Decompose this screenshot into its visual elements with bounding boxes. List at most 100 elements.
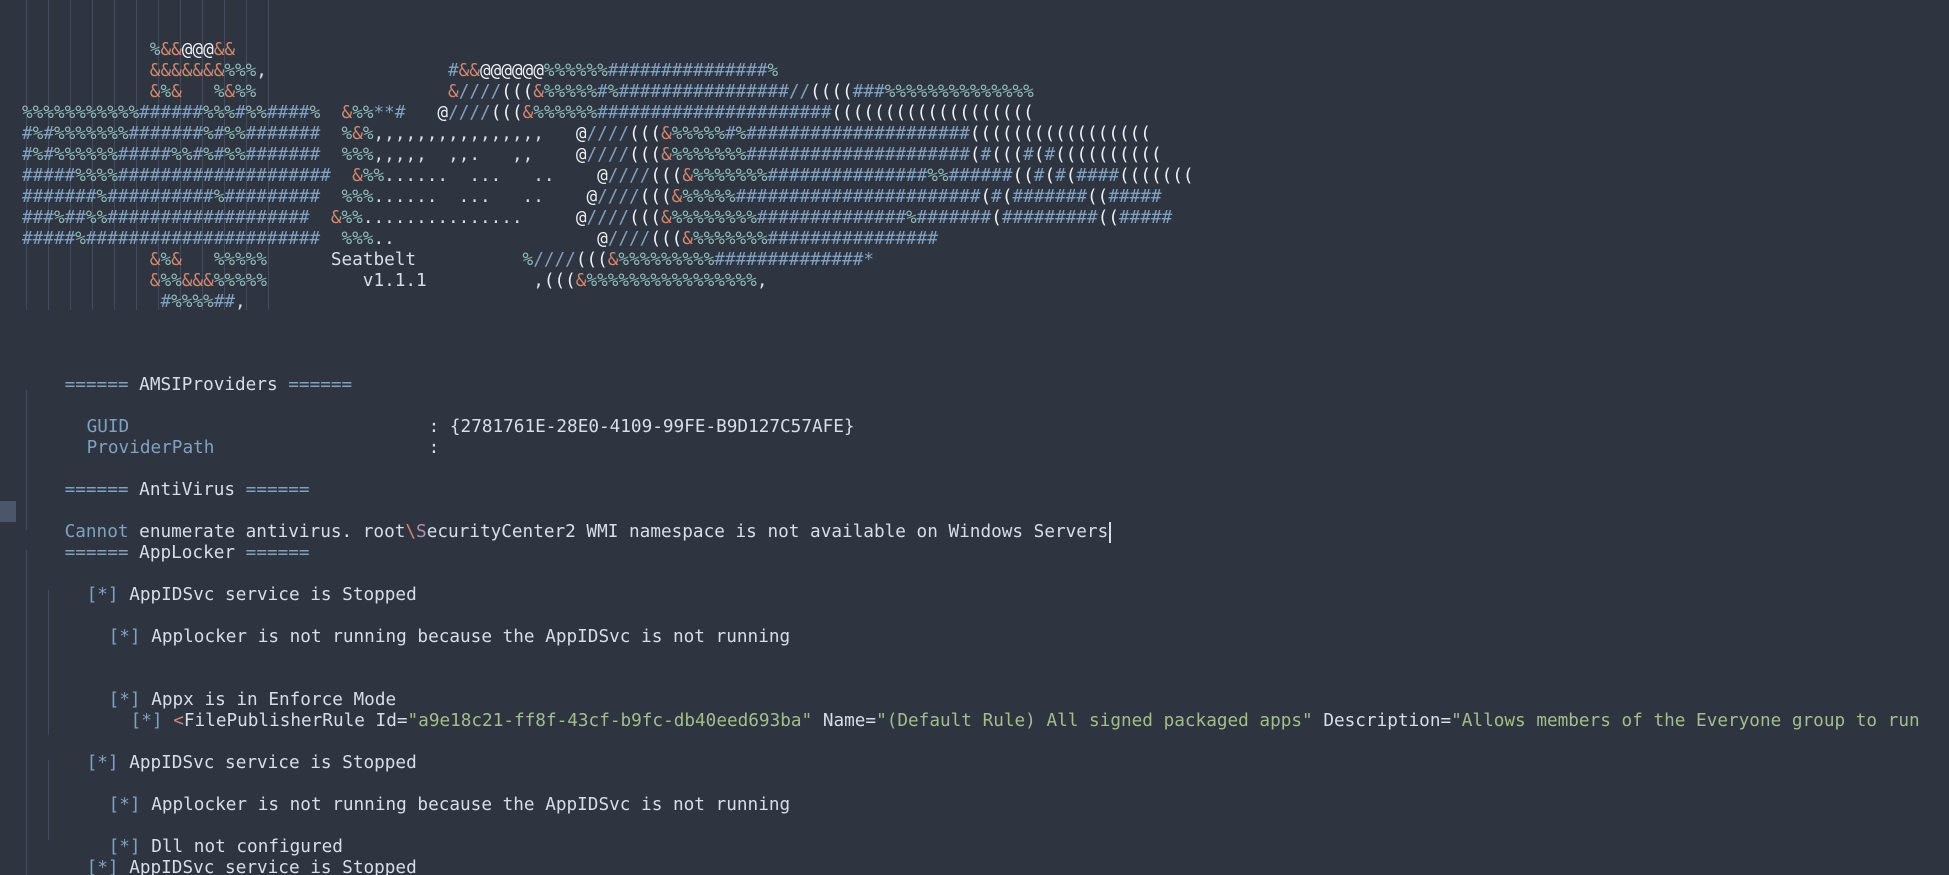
rule-tag: FilePublisherRule xyxy=(183,711,365,731)
ascii-logo-segment: % xyxy=(906,208,917,228)
ascii-logo-segment: ((((((( xyxy=(1119,166,1194,186)
ascii-logo-segment: %%%%% xyxy=(682,187,736,207)
ascii-logo-line: #%%%%##, xyxy=(22,292,246,313)
ascii-logo-segment: %% xyxy=(927,166,949,186)
ascii-logo-segment: @@@ xyxy=(181,40,214,60)
ascii-logo-segment: & xyxy=(149,250,161,270)
ascii-logo-segment: Seatbelt xyxy=(266,250,523,270)
ascii-logo-segment: (( xyxy=(1087,187,1109,207)
ascii-logo-segment: # xyxy=(980,145,992,165)
ascii-logo-segment: && xyxy=(458,61,480,81)
ascii-logo-segment: % xyxy=(203,145,214,165)
ascii-logo-segment: ###################### xyxy=(597,103,832,123)
ascii-logo-segment: % xyxy=(213,82,225,102)
ascii-logo-segment xyxy=(331,166,352,186)
ascii-logo-line: %&&@@@&& xyxy=(22,40,235,61)
ascii-logo-segment: %%%%% xyxy=(671,124,725,144)
ascii-logo-segment: , xyxy=(235,292,246,312)
antivirus-text-rest: ecurityCenter2 WMI namespace is not avai… xyxy=(426,522,1109,542)
ascii-logo-segment: (( xyxy=(1097,208,1120,228)
ascii-logo-segment: %%%%%%%%%%%%%%%% xyxy=(586,271,757,291)
ascii-logo-segment: @ xyxy=(575,124,587,144)
ascii-logo-segment: ...... ... .. xyxy=(384,166,598,186)
ascii-logo-segment: //// xyxy=(607,229,651,249)
ascii-logo-segment: ####################### xyxy=(735,187,981,207)
ascii-logo-segment: ((((((((((((((((( xyxy=(969,124,1151,144)
header-separator: ====== xyxy=(64,543,129,563)
rule-desc-attr: Description= xyxy=(1312,711,1452,731)
ascii-logo-segment: v1.1.1 , xyxy=(266,271,544,291)
ascii-logo-segment: %%%%% xyxy=(213,271,267,291)
ascii-logo-segment: %%% xyxy=(203,103,235,123)
ascii-logo-segment: & xyxy=(661,145,672,165)
ascii-logo-segment: , xyxy=(256,61,448,81)
terminal-output[interactable]: %&&@@@&& &&&&&&&%%%, #&&@@@@@@%%%%%%####… xyxy=(0,0,1949,875)
ascii-logo-segment: %%% xyxy=(341,145,374,165)
ascii-logo-segment: ((( xyxy=(501,82,534,102)
ascii-logo-segment: & xyxy=(682,166,693,186)
ascii-logo-segment: %%% xyxy=(341,187,374,207)
header-separator: ====== xyxy=(288,375,353,395)
ascii-logo-segment: && xyxy=(213,40,236,60)
ascii-logo-line: %%%%%%%%%%%######%%%#%%####% &%%**# @///… xyxy=(22,103,1034,124)
ascii-logo-segment: //// xyxy=(586,124,630,144)
ascii-logo-segment: ((( xyxy=(650,166,683,186)
ascii-logo-segment: , xyxy=(756,271,768,291)
header-separator: ====== xyxy=(64,480,129,500)
indent-guide xyxy=(26,550,27,875)
ascii-logo-segment: ###################### xyxy=(85,229,321,249)
ascii-logo-segment: ######### xyxy=(1001,208,1098,228)
ascii-logo-segment: # xyxy=(43,145,54,165)
escape-letter: S xyxy=(416,522,427,542)
header-separator: ====== xyxy=(245,480,310,500)
ascii-logo-segment: &&&&&&& xyxy=(149,61,225,81)
ascii-logo-segment: %%%%%%% xyxy=(53,124,129,144)
antivirus-message[interactable]: Cannot enumerate antivirus. root\Securit… xyxy=(22,501,1112,543)
ascii-logo-segment: %%%%%%% xyxy=(671,145,747,165)
ascii-logo-segment: %%%%%%%%%%% xyxy=(22,103,140,123)
header-separator: ====== xyxy=(64,375,129,395)
bullet: [*] xyxy=(86,753,119,773)
appx-enforce-mode: [*] Appx is in Enforce Mode xyxy=(66,669,397,710)
bullet: [*] xyxy=(108,795,141,815)
ascii-logo-segment: % xyxy=(362,124,374,144)
ascii-logo-segment: ( xyxy=(980,187,992,207)
ascii-logo-segment: & xyxy=(330,208,342,228)
ascii-logo-line: ###%##%%################### &%%.........… xyxy=(22,208,1172,229)
ascii-logo-segment: % xyxy=(149,40,161,60)
applocker-section-header: ====== AppLocker ====== xyxy=(22,522,310,563)
ascii-logo-segment: ( xyxy=(1001,187,1013,207)
ascii-logo-segment: %% xyxy=(362,166,385,186)
ascii-logo-segment: ##### xyxy=(22,229,76,249)
amsi-title: AMSIProviders xyxy=(139,375,278,395)
ascii-logo-segment: %%%% xyxy=(75,166,118,186)
ascii-logo-segment: ##############* xyxy=(714,250,874,270)
ascii-logo-segment: %%%%%% xyxy=(543,61,608,81)
ascii-logo-segment: # xyxy=(1055,166,1066,186)
ascii-logo-segment: # xyxy=(22,145,33,165)
ascii-logo-line: &%%&&&%%%%% v1.1.1 ,(((&%%%%%%%%%%%%%%%%… xyxy=(22,271,768,292)
ascii-logo-segment: ((( xyxy=(629,124,662,144)
ascii-logo-segment: **# xyxy=(373,103,406,123)
ascii-logo-segment: ((( xyxy=(991,145,1024,165)
ascii-logo-segment: %%%%%%%% xyxy=(671,208,757,228)
ascii-logo-segment: ### xyxy=(852,82,885,102)
ascii-logo-segment: ####### xyxy=(916,208,992,228)
bullet: [*] xyxy=(108,627,141,647)
ascii-logo-segment: ((( xyxy=(629,145,662,165)
ascii-logo-segment: % xyxy=(767,61,779,81)
ascii-logo-segment xyxy=(405,103,437,123)
text-cursor xyxy=(1109,522,1112,543)
bullet: [*] xyxy=(86,858,119,875)
ascii-logo-segment: %%% xyxy=(341,229,374,249)
ascii-logo-segment: @ xyxy=(597,166,608,186)
ascii-logo-segment: %%%%%%% xyxy=(692,166,768,186)
ascii-logo-segment: ####### xyxy=(128,124,204,144)
provider-path-row: ProviderPath: xyxy=(44,417,440,458)
applocker-not-running-text: Applocker is not running because the App… xyxy=(140,795,791,815)
ascii-logo-segment: %%%%%%% xyxy=(692,229,768,249)
ascii-logo-segment: ##################### xyxy=(746,124,970,144)
ascii-logo-segment: & xyxy=(661,124,672,144)
ascii-logo-segment: & xyxy=(352,166,363,186)
ascii-logo-segment: //// xyxy=(533,250,576,270)
